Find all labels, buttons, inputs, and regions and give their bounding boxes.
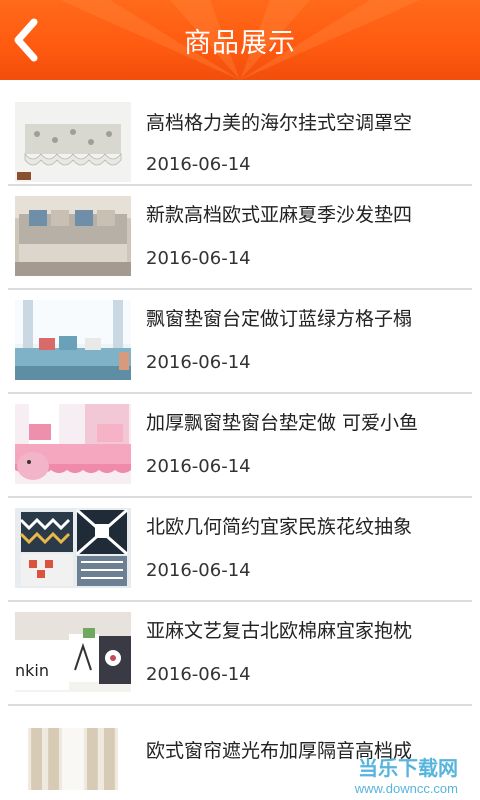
list-item[interactable]: 北欧几何简约宜家民族花纹抽象 2016-06-14 (8, 498, 472, 602)
item-date: 2016-06-14 (146, 154, 251, 175)
list-item[interactable]: nkin 亚麻文艺复古北欧棉麻宜家抱枕 2016-06-14 (8, 602, 472, 706)
svg-text:nkin: nkin (15, 661, 49, 680)
watermark: 当乐下载网 www.downcc.com (355, 752, 458, 796)
list-item[interactable]: 加厚飘窗垫窗台垫定做 可爱小鱼 2016-06-14 (8, 394, 472, 498)
watermark-title: 当乐下载网 (358, 758, 458, 780)
watermark-url: www.downcc.com (354, 781, 458, 796)
item-date: 2016-06-14 (146, 664, 251, 685)
product-thumbnail (15, 508, 131, 588)
product-thumbnail (28, 728, 118, 790)
product-thumbnail (15, 196, 131, 276)
item-title: 北欧几何简约宜家民族花纹抽象 (146, 516, 413, 538)
product-thumbnail (15, 300, 131, 380)
product-list: 高档格力美的海尔挂式空调罩空 2016-06-14 新款高档欧式亚麻夏季沙发垫四… (0, 80, 480, 796)
item-title: 高档格力美的海尔挂式空调罩空 (146, 112, 413, 134)
product-thumbnail: nkin (15, 612, 131, 692)
item-date: 2016-06-14 (146, 456, 251, 477)
app-header: 商品展示 (0, 0, 480, 80)
item-title: 新款高档欧式亚麻夏季沙发垫四 (146, 204, 413, 226)
list-item[interactable]: 飘窗垫窗台定做订蓝绿方格子榻 2016-06-14 (8, 290, 472, 394)
item-date: 2016-06-14 (146, 352, 251, 373)
list-item[interactable]: 高档格力美的海尔挂式空调罩空 2016-06-14 (8, 94, 472, 186)
list-item[interactable]: 新款高档欧式亚麻夏季沙发垫四 2016-06-14 (8, 186, 472, 290)
product-thumbnail (15, 404, 131, 484)
item-title: 加厚飘窗垫窗台垫定做 可爱小鱼 (146, 412, 419, 434)
item-date: 2016-06-14 (146, 248, 251, 269)
product-thumbnail (15, 102, 131, 182)
page-title: 商品展示 (184, 27, 296, 59)
item-title: 飘窗垫窗台定做订蓝绿方格子榻 (146, 308, 413, 330)
item-date: 2016-06-14 (146, 560, 251, 581)
item-title: 亚麻文艺复古北欧棉麻宜家抱枕 (146, 620, 413, 642)
